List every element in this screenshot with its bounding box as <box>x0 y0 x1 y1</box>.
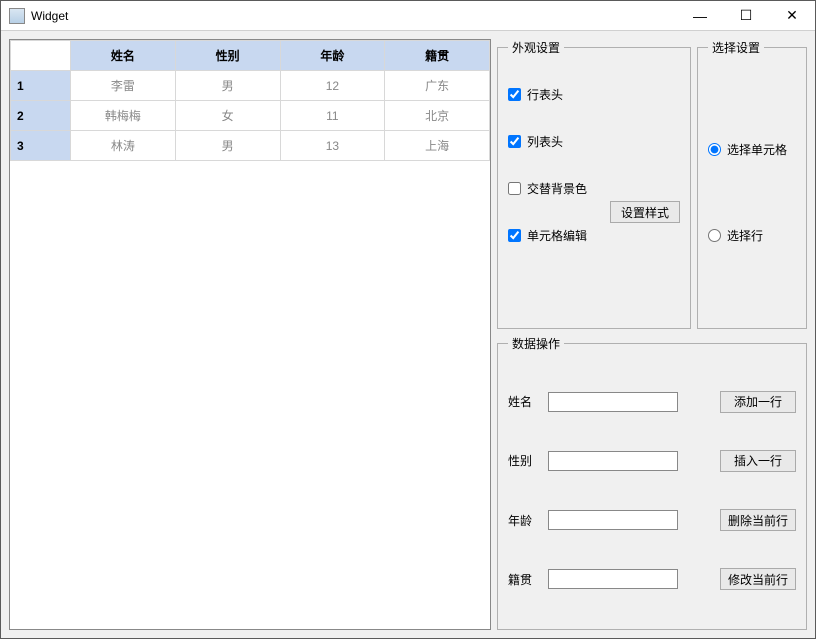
titlebar: Widget — ☐ ✕ <box>1 1 815 31</box>
cell-edit-checkbox-text: 单元格编辑 <box>527 227 587 244</box>
age-input[interactable] <box>548 510 678 530</box>
window-controls: — ☐ ✕ <box>677 1 815 30</box>
table-corner <box>11 41 71 71</box>
table-pane: 姓名 性别 年龄 籍贯 1 李雷 男 12 广东 2 <box>9 39 491 630</box>
cell[interactable]: 13 <box>280 131 385 161</box>
client-area: 姓名 性别 年龄 籍贯 1 李雷 男 12 广东 2 <box>1 31 815 638</box>
name-label: 姓名 <box>508 393 540 410</box>
maximize-button[interactable]: ☐ <box>723 1 769 30</box>
select-row-radio[interactable] <box>708 229 721 242</box>
data-table[interactable]: 姓名 性别 年龄 籍贯 1 李雷 男 12 广东 2 <box>10 40 490 161</box>
window-title: Widget <box>31 9 677 23</box>
name-input[interactable] <box>548 392 678 412</box>
row-header[interactable]: 1 <box>11 71 71 101</box>
cell[interactable]: 上海 <box>385 131 490 161</box>
minimize-button[interactable]: — <box>677 1 723 30</box>
cell[interactable]: 广东 <box>385 71 490 101</box>
table-row[interactable]: 2 韩梅梅 女 11 北京 <box>11 101 490 131</box>
alt-bg-checkbox-label[interactable]: 交替背景色 <box>508 180 680 197</box>
top-settings-row: 外观设置 行表头 列表头 设置样式 交替背景色 <box>497 39 807 329</box>
modify-row-button[interactable]: 修改当前行 <box>720 568 796 590</box>
insert-row-button[interactable]: 插入一行 <box>720 450 796 472</box>
cell[interactable]: 林涛 <box>71 131 176 161</box>
age-row: 年龄 删除当前行 <box>508 509 796 531</box>
cell-edit-checkbox-label[interactable]: 单元格编辑 <box>508 227 680 244</box>
row-header[interactable]: 2 <box>11 101 71 131</box>
cell[interactable]: 李雷 <box>71 71 176 101</box>
selection-group: 选择设置 选择单元格 选择行 <box>697 39 807 329</box>
set-style-button[interactable]: 设置样式 <box>610 201 680 223</box>
col-header-checkbox-text: 列表头 <box>527 133 563 150</box>
select-row-radio-label[interactable]: 选择行 <box>708 227 796 244</box>
table-row[interactable]: 1 李雷 男 12 广东 <box>11 71 490 101</box>
cell[interactable]: 女 <box>175 101 280 131</box>
cell[interactable]: 韩梅梅 <box>71 101 176 131</box>
row-header-checkbox[interactable] <box>508 88 521 101</box>
alt-bg-checkbox-text: 交替背景色 <box>527 180 587 197</box>
cell[interactable]: 北京 <box>385 101 490 131</box>
row-header-checkbox-text: 行表头 <box>527 86 563 103</box>
select-cell-radio[interactable] <box>708 143 721 156</box>
gender-label: 性别 <box>508 452 540 469</box>
hometown-input[interactable] <box>548 569 678 589</box>
delete-row-button[interactable]: 删除当前行 <box>720 509 796 531</box>
data-ops-group: 数据操作 姓名 添加一行 性别 插入一行 年龄 删除当前行 籍贯 <box>497 335 807 630</box>
row-header-checkbox-label[interactable]: 行表头 <box>508 86 680 103</box>
appearance-legend: 外观设置 <box>508 39 564 56</box>
close-button[interactable]: ✕ <box>769 1 815 30</box>
hometown-row: 籍贯 修改当前行 <box>508 568 796 590</box>
col-header-checkbox-label[interactable]: 列表头 <box>508 133 680 150</box>
cell[interactable]: 11 <box>280 101 385 131</box>
select-row-radio-text: 选择行 <box>727 227 763 244</box>
cell[interactable]: 12 <box>280 71 385 101</box>
select-cell-radio-label[interactable]: 选择单元格 <box>708 141 796 158</box>
app-icon <box>9 8 25 24</box>
col-header-hometown[interactable]: 籍贯 <box>385 41 490 71</box>
gender-input[interactable] <box>548 451 678 471</box>
select-cell-radio-text: 选择单元格 <box>727 141 787 158</box>
col-header-name[interactable]: 姓名 <box>71 41 176 71</box>
app-window: Widget — ☐ ✕ 姓名 性别 年龄 籍贯 <box>0 0 816 639</box>
appearance-group: 外观设置 行表头 列表头 设置样式 交替背景色 <box>497 39 691 329</box>
col-header-checkbox[interactable] <box>508 135 521 148</box>
cell[interactable]: 男 <box>175 71 280 101</box>
name-row: 姓名 添加一行 <box>508 391 796 413</box>
alt-bg-checkbox[interactable] <box>508 182 521 195</box>
cell[interactable]: 男 <box>175 131 280 161</box>
cell-edit-checkbox[interactable] <box>508 229 521 242</box>
col-header-gender[interactable]: 性别 <box>175 41 280 71</box>
add-row-button[interactable]: 添加一行 <box>720 391 796 413</box>
hometown-label: 籍贯 <box>508 571 540 588</box>
selection-legend: 选择设置 <box>708 39 764 56</box>
row-header[interactable]: 3 <box>11 131 71 161</box>
gender-row: 性别 插入一行 <box>508 450 796 472</box>
col-header-age[interactable]: 年龄 <box>280 41 385 71</box>
right-pane: 外观设置 行表头 列表头 设置样式 交替背景色 <box>497 39 807 630</box>
table-row[interactable]: 3 林涛 男 13 上海 <box>11 131 490 161</box>
age-label: 年龄 <box>508 512 540 529</box>
data-ops-legend: 数据操作 <box>508 335 564 352</box>
